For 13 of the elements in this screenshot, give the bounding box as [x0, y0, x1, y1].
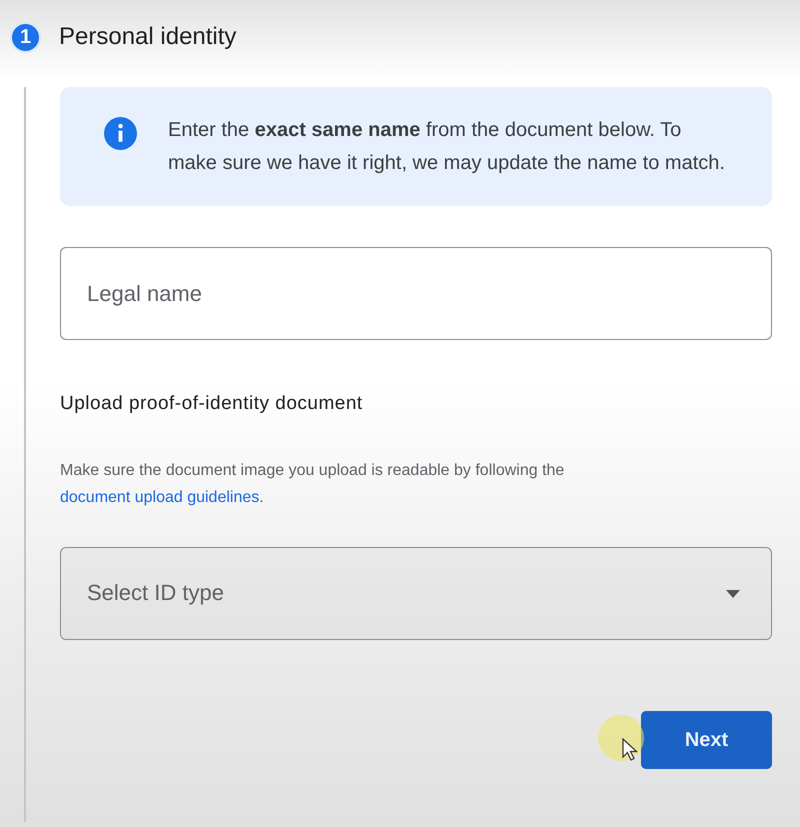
info-icon [104, 117, 137, 150]
step-number: 1 [10, 22, 41, 52]
legal-name-field[interactable]: Legal name [60, 247, 772, 340]
dropdown-caret-icon [726, 590, 740, 598]
help-text: Make sure the document image you upload is readable by following the document upload guidelines. [60, 460, 566, 508]
id-type-dropdown[interactable]: Select ID type [60, 546, 772, 640]
section-heading: Upload proof-of-identity document [60, 392, 364, 416]
guidelines-link[interactable]: document upload guidelines [60, 488, 260, 506]
cursor-icon [622, 738, 638, 762]
info-text: Enter the exact same name from the document below. To make sure we have it right, we may update the name to match. [168, 118, 726, 176]
cursor-highlight [598, 715, 644, 761]
next-button[interactable]: Next [641, 710, 772, 768]
step-title: Personal identity [59, 22, 236, 52]
